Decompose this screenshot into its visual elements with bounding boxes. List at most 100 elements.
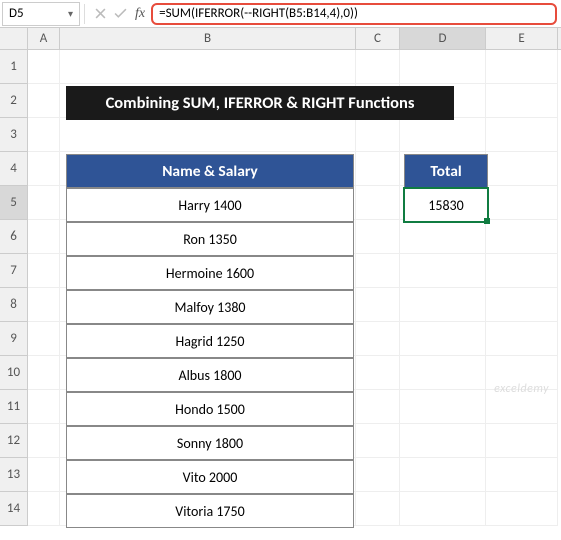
cell[interactable] [486,254,558,288]
cancel-icon[interactable] [95,8,106,19]
cell[interactable] [356,50,400,84]
col-header-D[interactable]: D [400,28,486,49]
row-header[interactable]: 7 [0,254,28,288]
enter-icon[interactable] [114,8,127,19]
cell[interactable] [356,390,400,424]
cell[interactable] [400,220,486,254]
col-header-E[interactable]: E [486,28,558,49]
cell[interactable] [60,50,356,84]
cell[interactable] [28,254,60,288]
cell[interactable] [486,118,558,152]
formula-bar: D5 ▾ fx =SUM(IFERROR(--RIGHT(B5:B14,4),0… [0,0,561,28]
cell[interactable] [28,458,60,492]
divider [84,4,85,24]
cell[interactable] [60,254,356,288]
cell[interactable] [356,288,400,322]
row-header[interactable]: 9 [0,322,28,356]
row-header[interactable]: 11 [0,390,28,424]
cell[interactable] [356,356,400,390]
cell[interactable] [60,458,356,492]
cell[interactable] [28,118,60,152]
col-header-B[interactable]: B [60,28,356,49]
cell[interactable] [28,390,60,424]
cell[interactable] [486,220,558,254]
cell[interactable] [486,84,558,118]
cell[interactable] [400,254,486,288]
cell[interactable] [28,186,60,220]
cell[interactable] [28,220,60,254]
cell[interactable] [400,152,486,186]
cell[interactable] [400,322,486,356]
cell[interactable] [28,356,60,390]
cell[interactable] [28,492,60,526]
cell[interactable] [60,186,356,220]
cell[interactable] [60,288,356,322]
cell[interactable] [28,288,60,322]
row-header[interactable]: 12 [0,424,28,458]
cell[interactable] [486,152,558,186]
row-header[interactable]: 14 [0,492,28,526]
cell[interactable] [400,458,486,492]
cell[interactable] [60,220,356,254]
watermark: exceldemy [494,382,549,396]
cell[interactable] [486,458,558,492]
cell[interactable] [356,322,400,356]
formula-bar-icons: fx [89,6,151,22]
row-header[interactable]: 13 [0,458,28,492]
select-all-corner[interactable] [0,28,28,49]
cell[interactable] [356,186,400,220]
cell[interactable] [486,424,558,458]
cell[interactable] [486,492,558,526]
cell[interactable] [28,424,60,458]
cell[interactable] [60,356,356,390]
cell[interactable] [400,424,486,458]
cell[interactable] [356,254,400,288]
row-header[interactable]: 8 [0,288,28,322]
name-box[interactable]: D5 ▾ [2,2,80,26]
cell[interactable] [60,424,356,458]
cell[interactable] [60,390,356,424]
fx-icon[interactable]: fx [135,6,145,22]
worksheet: A B C D E 1 2 3 4 5 6 7 8 9 10 11 12 13 … [0,28,561,526]
cell[interactable] [356,220,400,254]
cell[interactable] [486,50,558,84]
row-header[interactable]: 10 [0,356,28,390]
cell[interactable] [400,288,486,322]
cell[interactable] [28,50,60,84]
cell[interactable] [400,356,486,390]
cell[interactable] [400,84,486,118]
row-header[interactable]: 4 [0,152,28,186]
cell[interactable] [28,322,60,356]
cell[interactable] [356,458,400,492]
row-header[interactable]: 1 [0,50,28,84]
row-header[interactable]: 3 [0,118,28,152]
cell[interactable] [486,288,558,322]
formula-input[interactable]: =SUM(IFERROR(--RIGHT(B5:B14,4),0)) [151,3,557,25]
row-header[interactable]: 6 [0,220,28,254]
cell[interactable] [400,186,486,220]
cell[interactable] [356,152,400,186]
cell[interactable] [356,118,400,152]
cell[interactable] [486,322,558,356]
cell[interactable] [356,492,400,526]
cell[interactable] [60,118,356,152]
cell[interactable] [60,84,356,118]
cell[interactable] [28,152,60,186]
cell[interactable] [60,492,356,526]
cell[interactable] [28,84,60,118]
col-header-A[interactable]: A [28,28,60,49]
cell[interactable] [400,390,486,424]
chevron-down-icon[interactable]: ▾ [68,7,73,20]
cell[interactable] [356,424,400,458]
cell[interactable] [60,322,356,356]
row-header[interactable]: 5 [0,186,28,220]
cell[interactable] [486,186,558,220]
cell[interactable] [356,84,400,118]
row-header[interactable]: 2 [0,84,28,118]
grid-rows: 1 2 3 4 5 6 7 8 9 10 11 12 13 14 [0,50,561,526]
cell[interactable] [400,492,486,526]
cell[interactable] [400,118,486,152]
cell[interactable] [400,50,486,84]
cell[interactable] [60,152,356,186]
col-header-C[interactable]: C [356,28,400,49]
